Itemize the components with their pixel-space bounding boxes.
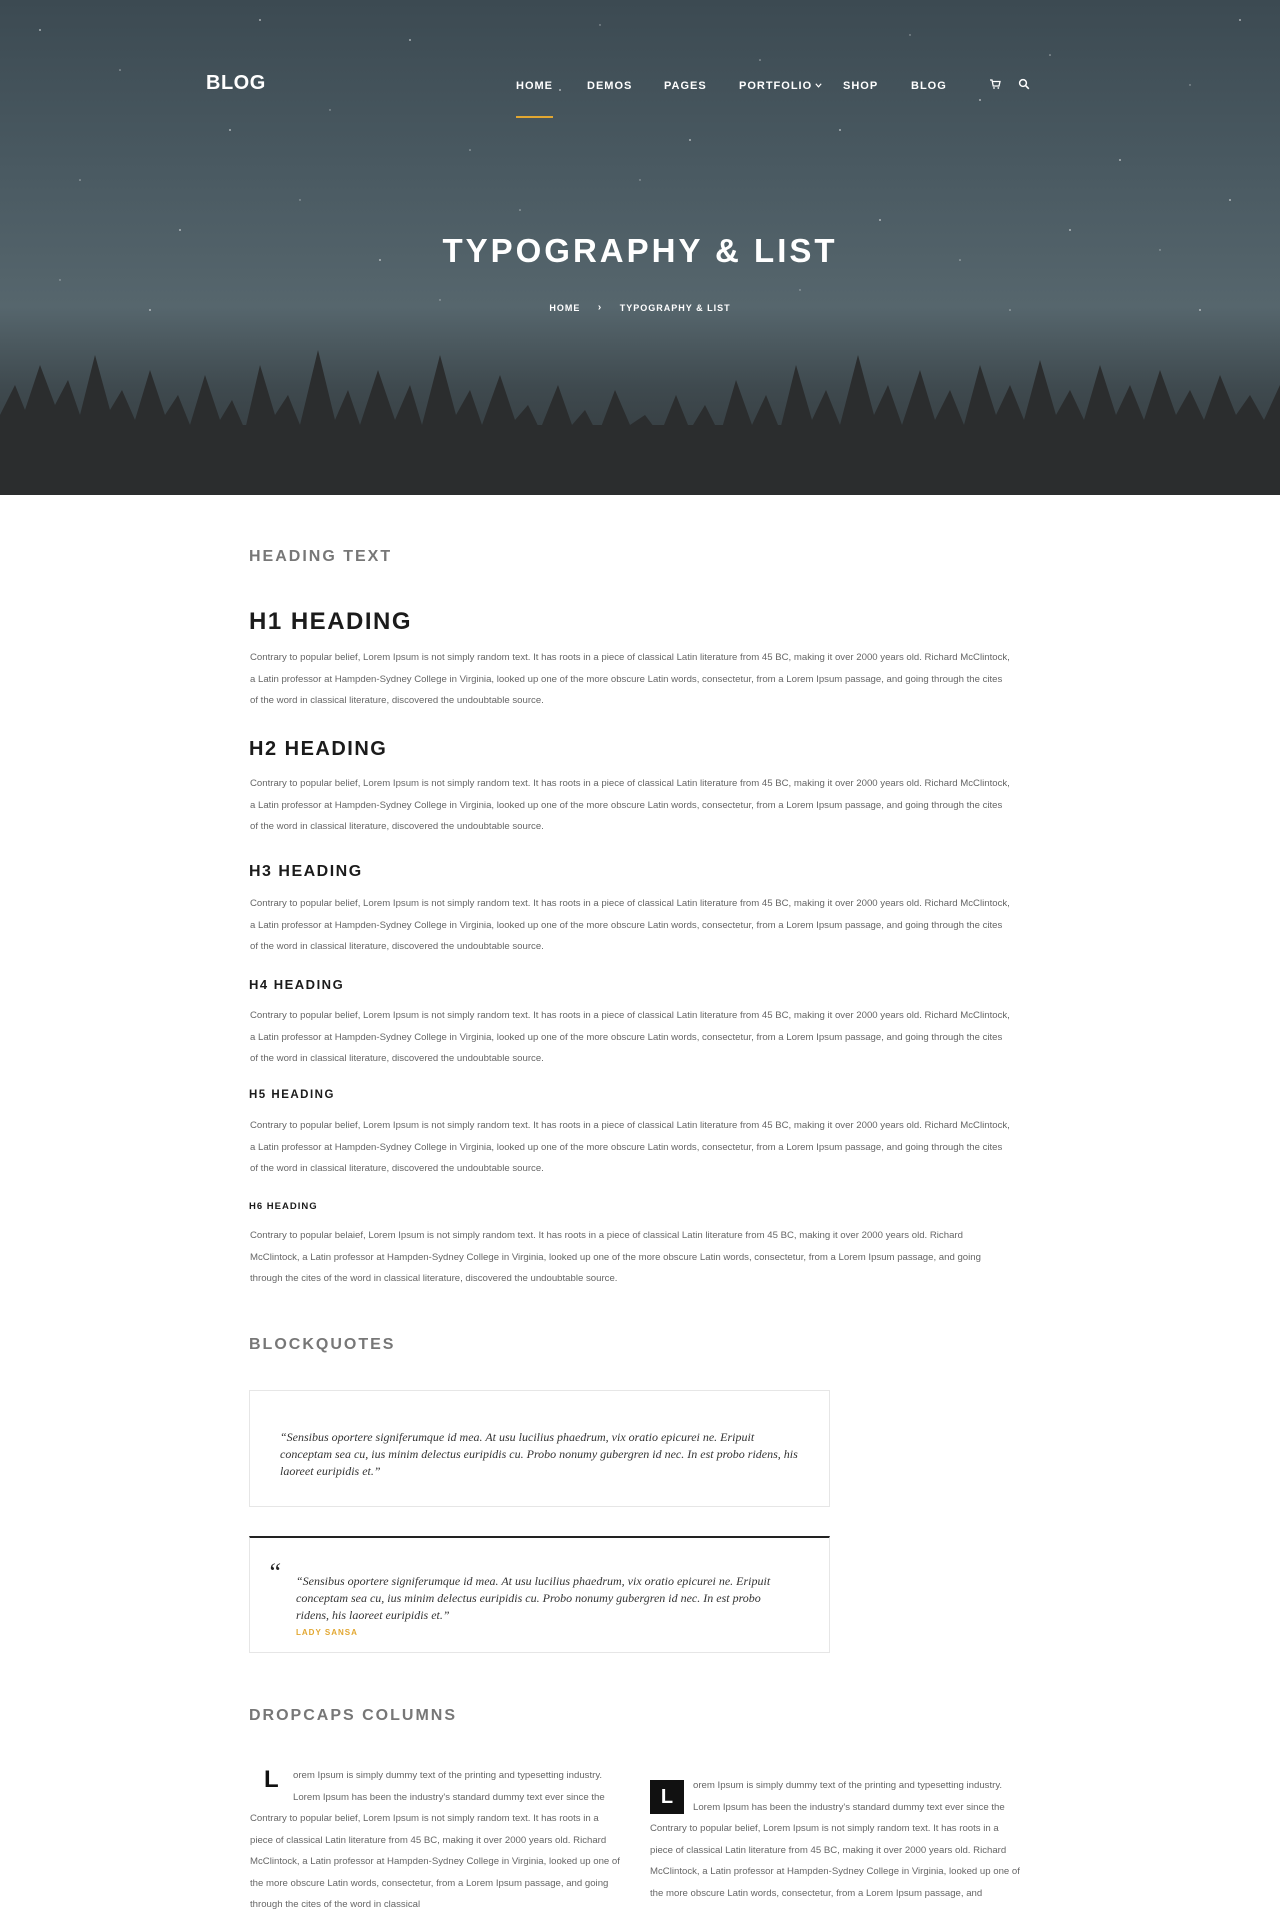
- chevron-down-icon[interactable]: [814, 81, 823, 90]
- h2-paragraph: Contrary to popular belief, Lorem Ipsum …: [250, 778, 1010, 832]
- search-icon[interactable]: [1018, 78, 1030, 90]
- nav-item-blog[interactable]: BLOG: [911, 80, 947, 92]
- nav-item-demos[interactable]: DEMOS: [587, 80, 632, 92]
- h6-heading: H6 HEADING: [249, 1201, 318, 1212]
- blockquote-with-author: “ “Sensibus oportere signiferumque id me…: [249, 1536, 830, 1653]
- blockquote-plain: “Sensibus oportere signiferumque id mea.…: [249, 1390, 830, 1507]
- cart-icon[interactable]: [989, 78, 1001, 90]
- dropcap-column-2: L orem Ipsum is simply dummy text of the…: [650, 1775, 1022, 1905]
- h1-heading: H1 HEADING: [249, 608, 413, 635]
- blockquote-text: “Sensibus oportere signiferumque id mea.…: [280, 1430, 798, 1478]
- breadcrumb-separator: ›: [597, 302, 603, 314]
- blockquote-text: “Sensibus oportere signiferumque id mea.…: [296, 1574, 771, 1622]
- dropcap-column-1: L orem Ipsum is simply dummy text of the…: [250, 1765, 622, 1910]
- nav-item-home[interactable]: HOME: [516, 80, 553, 118]
- nav-item-portfolio[interactable]: PORTFOLIO: [739, 80, 812, 92]
- breadcrumb: HOME › TYPOGRAPHY & LIST: [0, 302, 1280, 313]
- h2-heading: H2 HEADING: [249, 738, 388, 760]
- h5-paragraph: Contrary to popular belief, Lorem Ipsum …: [250, 1120, 1010, 1174]
- nav-item-pages[interactable]: PAGES: [664, 80, 707, 92]
- breadcrumb-home[interactable]: HOME: [549, 303, 580, 313]
- quote-mark-icon: “: [267, 1558, 282, 1587]
- h5-heading: H5 HEADING: [249, 1089, 335, 1101]
- dropcap-body: Contrary to popular belief, Lorem Ipsum …: [650, 1823, 1020, 1899]
- dropcap-first-lines: orem Ipsum is simply dummy text of the p…: [293, 1770, 605, 1803]
- h4-paragraph: Contrary to popular belief, Lorem Ipsum …: [250, 1010, 1010, 1064]
- dropcap-body: Contrary to popular belief, Lorem Ipsum …: [250, 1813, 620, 1910]
- blockquote-author: LADY SANSA: [296, 1628, 358, 1637]
- h3-heading: H3 HEADING: [249, 863, 363, 880]
- dropcap-first-lines: orem Ipsum is simply dummy text of the p…: [693, 1780, 1005, 1813]
- breadcrumb-current: TYPOGRAPHY & LIST: [619, 302, 731, 313]
- section-title-blockquotes: BLOCKQUOTES: [249, 1336, 396, 1353]
- h1-paragraph: Contrary to popular belief, Lorem Ipsum …: [250, 652, 1010, 706]
- h4-heading: H4 HEADING: [249, 977, 345, 992]
- main-nav: HOME DEMOS PAGES PORTFOLIO SHOP BLOG: [0, 80, 1280, 118]
- section-title-dropcaps: DROPCAPS COLUMNS: [249, 1707, 458, 1724]
- nav-item-shop[interactable]: SHOP: [843, 80, 878, 92]
- section-title-heading-text: HEADING TEXT: [249, 548, 393, 565]
- h3-paragraph: Contrary to popular belief, Lorem Ipsum …: [250, 898, 1010, 952]
- dropcap-letter: L: [264, 1766, 279, 1793]
- h6-paragraph: Contrary to popular belaief, Lorem Ipsum…: [250, 1230, 981, 1284]
- page-title: TYPOGRAPHY & LIST: [442, 232, 838, 269]
- forest-ground: [0, 425, 1280, 495]
- dropcap-letter-boxed: L: [650, 1780, 684, 1814]
